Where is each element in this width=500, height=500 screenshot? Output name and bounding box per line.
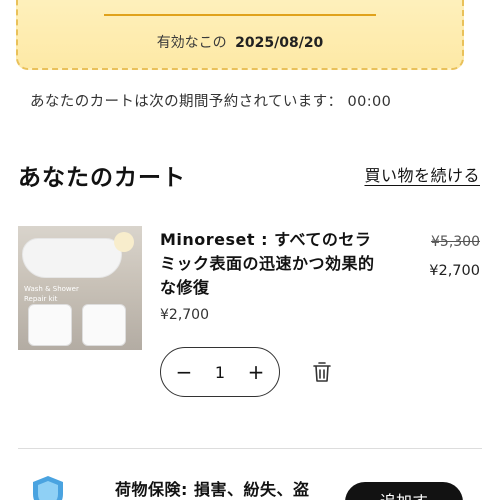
cart-title: あなたのカート: [18, 165, 186, 191]
product-image[interactable]: Wash & Shower Repair kit: [18, 226, 142, 350]
sale-price: ¥2,700: [429, 263, 480, 279]
product-name[interactable]: Minoreset : すべてのセラミック表面の迅速かつ効果的な修復: [160, 228, 380, 300]
shield-icon: [33, 476, 63, 500]
coupon-valid-date: 2025/08/20: [235, 35, 324, 51]
shipping-insurance-text: 荷物保険: 損害、紛失、盗: [115, 480, 310, 499]
quantity-decrease-button[interactable]: −: [175, 360, 193, 384]
jar-graphic-2: [82, 304, 126, 346]
add-insurance-button[interactable]: 追加す: [345, 482, 463, 500]
quantity-increase-button[interactable]: +: [247, 360, 265, 384]
product-image-label-line1: Wash & Shower: [24, 285, 79, 293]
coupon-card: 有効なこの 2025/08/20: [16, 0, 464, 70]
original-price: ¥5,300: [431, 234, 480, 250]
unit-price: ¥2,700: [160, 307, 209, 323]
section-divider: [18, 448, 482, 449]
trash-icon[interactable]: [313, 362, 331, 382]
coupon-divider: [104, 14, 376, 16]
quantity-stepper: − 1 +: [160, 347, 280, 397]
bathtub-graphic: [22, 238, 122, 278]
cart-reservation-notice: あなたのカートは次の期間予約されています： 00:00: [30, 90, 391, 111]
quantity-value[interactable]: 1: [215, 363, 225, 382]
jar-graphic-1: [28, 304, 72, 346]
reservation-timer: 00:00: [347, 94, 392, 110]
product-image-label-line2: Repair kit: [24, 295, 58, 303]
continue-shopping-link[interactable]: 買い物を続ける: [364, 162, 480, 186]
coupon-validity: 有効なこの 2025/08/20: [18, 32, 462, 52]
reservation-text: あなたのカートは次の期間予約されています：: [30, 94, 343, 110]
lamp-graphic: [114, 232, 134, 252]
coupon-valid-label: 有効なこの: [156, 35, 227, 51]
product-image-label: Wash & Shower Repair kit: [24, 284, 79, 304]
